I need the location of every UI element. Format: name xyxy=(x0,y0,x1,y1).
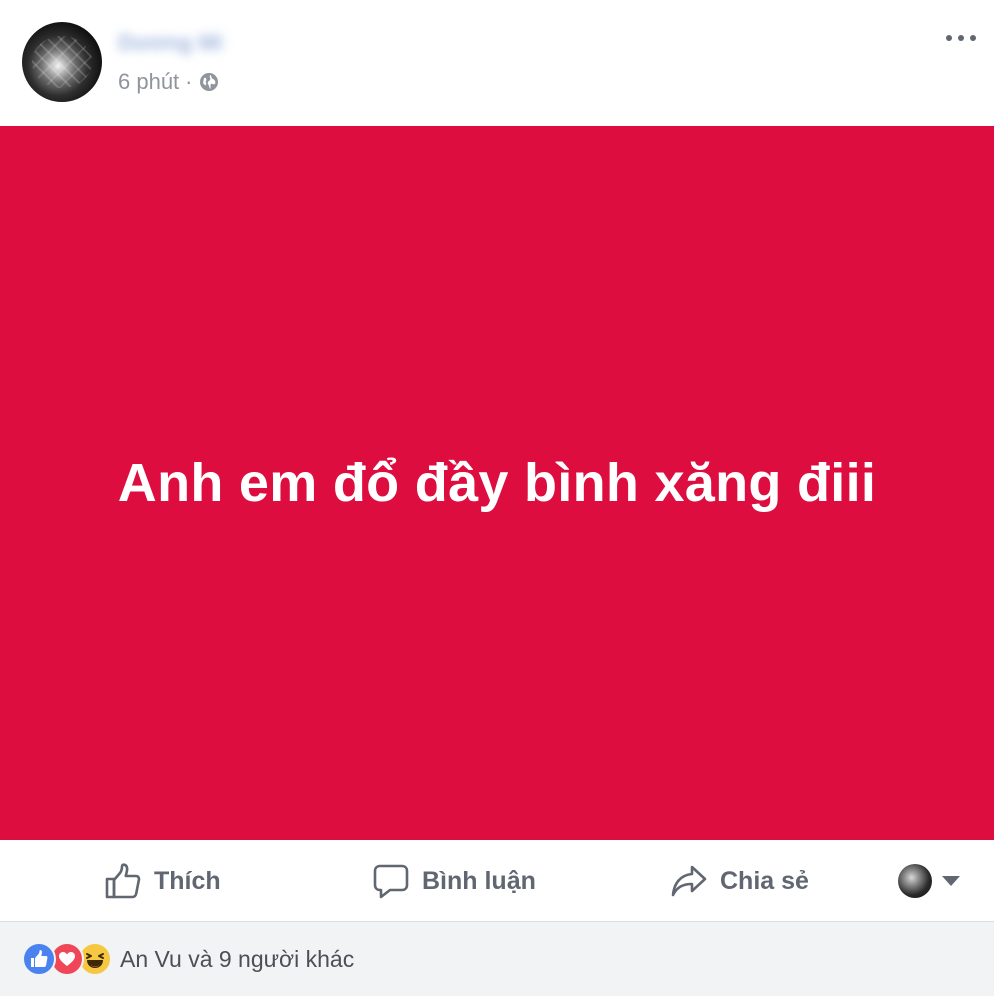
user-avatar xyxy=(898,864,932,898)
post-meta: 6 phút · xyxy=(118,68,219,96)
comment-label: Bình luận xyxy=(422,866,536,895)
caret-down-icon xyxy=(942,876,960,886)
like-button[interactable]: Thích xyxy=(104,840,221,922)
share-label: Chia sẻ xyxy=(720,866,809,895)
comment-icon xyxy=(373,864,409,899)
dot-icon xyxy=(946,35,952,41)
comment-button[interactable]: Bình luận xyxy=(372,840,536,922)
post-text-card[interactable]: Anh em đổ đầy bình xăng điii xyxy=(0,126,994,840)
globe-icon[interactable] xyxy=(199,72,219,92)
dot-icon xyxy=(970,35,976,41)
reaction-icons[interactable] xyxy=(22,942,112,976)
dot-icon xyxy=(958,35,964,41)
thumbs-up-icon xyxy=(105,863,141,899)
post-header: Dương Mi 6 phút · xyxy=(0,0,994,126)
like-label: Thích xyxy=(154,866,221,895)
post-action-bar: Thích Bình luận Chia sẻ xyxy=(0,840,994,922)
reaction-summary-text[interactable]: An Vu và 9 người khác xyxy=(120,946,354,973)
reactions-summary: An Vu và 9 người khác xyxy=(0,922,994,996)
post-body-text: Anh em đổ đầy bình xăng điii xyxy=(117,453,877,513)
like-reaction-icon[interactable] xyxy=(22,942,56,976)
post-as-selector[interactable] xyxy=(898,864,960,898)
author-name[interactable]: Dương Mi xyxy=(118,30,223,56)
share-button[interactable]: Chia sẻ xyxy=(670,840,809,922)
meta-separator: · xyxy=(185,69,193,94)
post-timestamp[interactable]: 6 phút xyxy=(118,69,179,95)
author-avatar[interactable] xyxy=(22,22,102,102)
more-options-button[interactable] xyxy=(946,28,976,48)
share-arrow-icon xyxy=(671,865,707,897)
